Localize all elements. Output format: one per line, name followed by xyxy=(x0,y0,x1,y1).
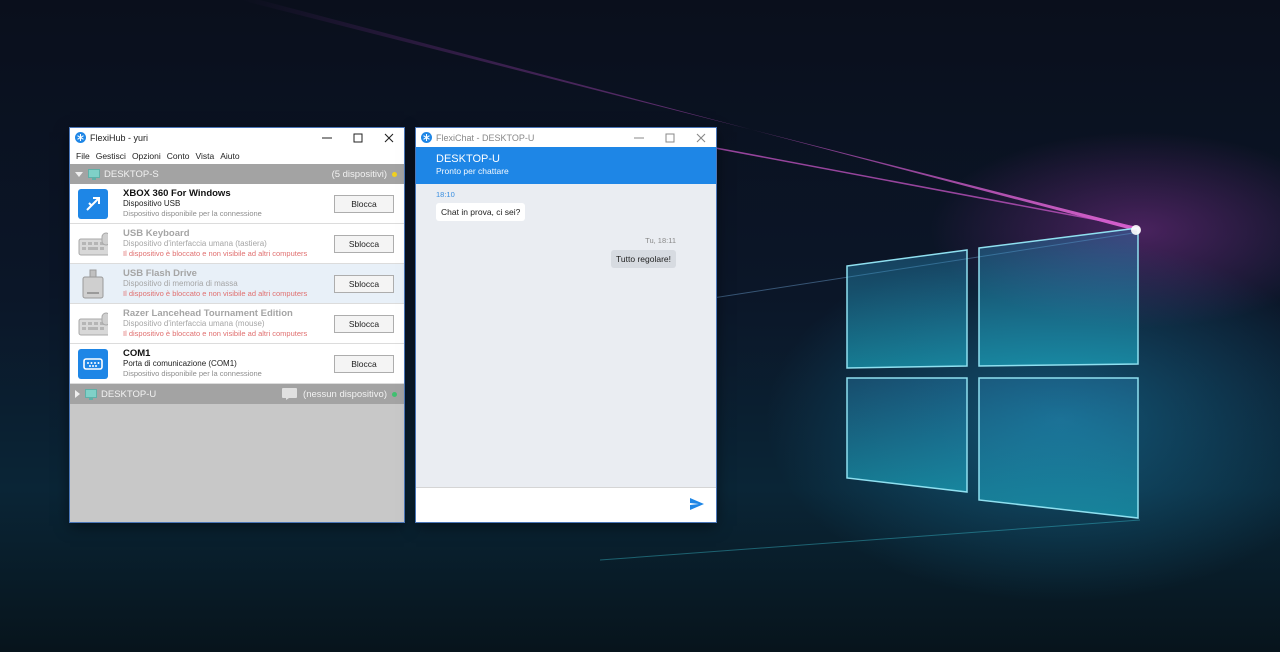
flexichat-window: FlexiChat - DESKTOP-U DESKTOP-U Pronto p… xyxy=(416,128,716,522)
computer-icon xyxy=(85,388,97,400)
chat-peer-name: DESKTOP-U xyxy=(436,153,500,165)
keyboard-icon xyxy=(78,229,108,259)
computer-icon xyxy=(88,168,100,180)
lock-button[interactable]: Blocca xyxy=(334,355,394,373)
minimize-button[interactable] xyxy=(623,128,654,147)
minimize-button[interactable] xyxy=(311,128,342,147)
device-row-usb-keyboard[interactable]: USB Keyboard Dispositivo d'interfaccia u… xyxy=(70,224,404,264)
status-dot xyxy=(392,391,397,397)
unlock-button[interactable]: Sblocca xyxy=(334,275,394,293)
send-icon[interactable] xyxy=(690,498,704,510)
message-bubble-incoming: Chat in prova, ci sei? xyxy=(436,203,526,221)
menu-aiuto[interactable]: Aiuto xyxy=(220,151,239,161)
flash-drive-icon xyxy=(78,269,108,299)
menu-bar: File Gestisci Opzioni Conto Vista Aiuto xyxy=(70,147,404,164)
device-count: (nessun dispositivo) xyxy=(303,388,387,400)
lock-button[interactable]: Blocca xyxy=(334,195,394,213)
message-bubble-outgoing: Tutto regolare! xyxy=(611,250,676,268)
group-name: DESKTOP-U xyxy=(101,388,157,400)
message-input[interactable] xyxy=(426,496,676,514)
device-row-razer-mouse[interactable]: Razer Lancehead Tournament Edition Dispo… xyxy=(70,304,404,344)
menu-file[interactable]: File xyxy=(76,151,90,161)
message-timestamp: Tu, 18:11 xyxy=(645,236,676,245)
serial-port-icon xyxy=(78,348,108,379)
flexichat-logo-icon xyxy=(421,132,432,143)
group-name: DESKTOP-S xyxy=(104,168,159,180)
group-header-desktop-s[interactable]: DESKTOP-S (5 dispositivi) xyxy=(70,164,404,184)
unlock-button[interactable]: Sblocca xyxy=(334,235,394,253)
flexihub-window: FlexiHub - yuri File Gestisci Opzioni Co… xyxy=(70,128,404,522)
flexichat-titlebar[interactable]: FlexiChat - DESKTOP-U xyxy=(416,128,716,147)
device-count: (5 dispositivi) xyxy=(331,168,387,180)
device-row-usb-flash-drive[interactable]: USB Flash Drive Dispositivo di memoria d… xyxy=(70,264,404,304)
close-button[interactable] xyxy=(685,128,716,147)
device-row-xbox[interactable]: XBOX 360 For Windows Dispositivo USB Dis… xyxy=(70,184,404,224)
expand-arrow-icon[interactable] xyxy=(75,171,83,177)
message-timestamp: 18:10 xyxy=(436,190,455,199)
chat-icon[interactable] xyxy=(282,388,298,400)
flexihub-logo-icon xyxy=(75,132,86,143)
chat-input-bar xyxy=(416,487,716,522)
status-dot xyxy=(392,171,397,177)
menu-opzioni[interactable]: Opzioni xyxy=(132,151,161,161)
close-button[interactable] xyxy=(373,128,404,147)
chat-peer-status: Pronto per chattare xyxy=(436,166,509,176)
device-list: XBOX 360 For Windows Dispositivo USB Dis… xyxy=(70,184,404,384)
menu-conto[interactable]: Conto xyxy=(167,151,190,161)
device-row-com1[interactable]: COM1 Porta di comunicazione (COM1) Dispo… xyxy=(70,344,404,384)
unlock-button[interactable]: Sblocca xyxy=(334,315,394,333)
flexihub-titlebar[interactable]: FlexiHub - yuri xyxy=(70,128,404,147)
window-title: FlexiChat - DESKTOP-U xyxy=(436,132,535,143)
usb-icon xyxy=(78,188,108,219)
maximize-button[interactable] xyxy=(342,128,373,147)
menu-vista[interactable]: Vista xyxy=(195,151,214,161)
maximize-button[interactable] xyxy=(654,128,685,147)
chat-messages: 18:10 Chat in prova, ci sei? Tu, 18:11 T… xyxy=(416,184,716,487)
menu-gestisci[interactable]: Gestisci xyxy=(96,151,126,161)
collapse-arrow-icon[interactable] xyxy=(75,390,80,398)
keyboard-icon xyxy=(78,309,108,339)
window-title: FlexiHub - yuri xyxy=(90,132,149,143)
group-header-desktop-u[interactable]: DESKTOP-U (nessun dispositivo) xyxy=(70,384,404,404)
chat-header: DESKTOP-U Pronto per chattare xyxy=(416,147,716,184)
